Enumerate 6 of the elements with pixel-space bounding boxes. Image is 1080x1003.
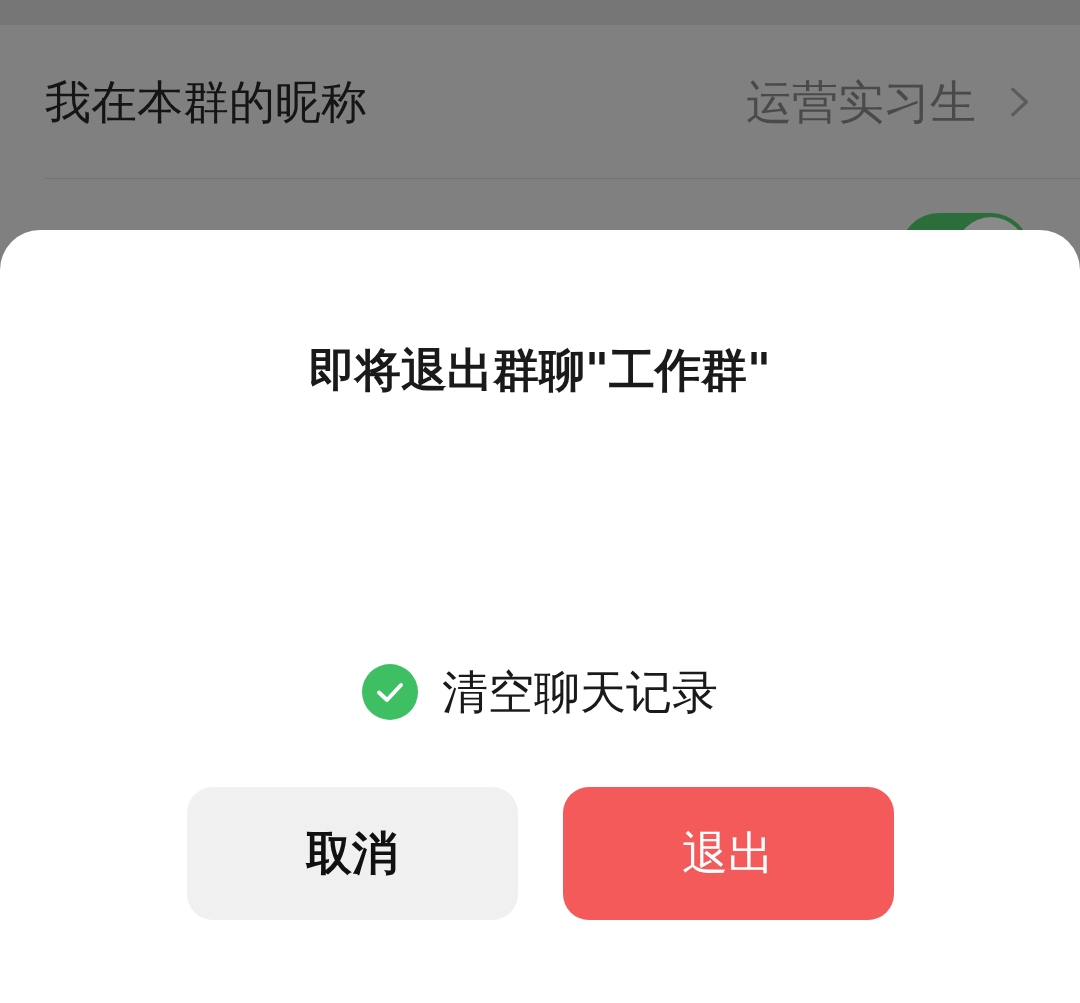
dialog-title: 即将退出群聊"工作群" [309,342,771,398]
chevron-right-icon[interactable] [1010,85,1030,118]
cancel-button[interactable]: 取消 [186,787,518,920]
row-label: 我在本群的昵称 [45,73,367,130]
checkbox[interactable] [362,664,418,720]
checkbox-label: 清空聊天记录 [442,664,718,720]
